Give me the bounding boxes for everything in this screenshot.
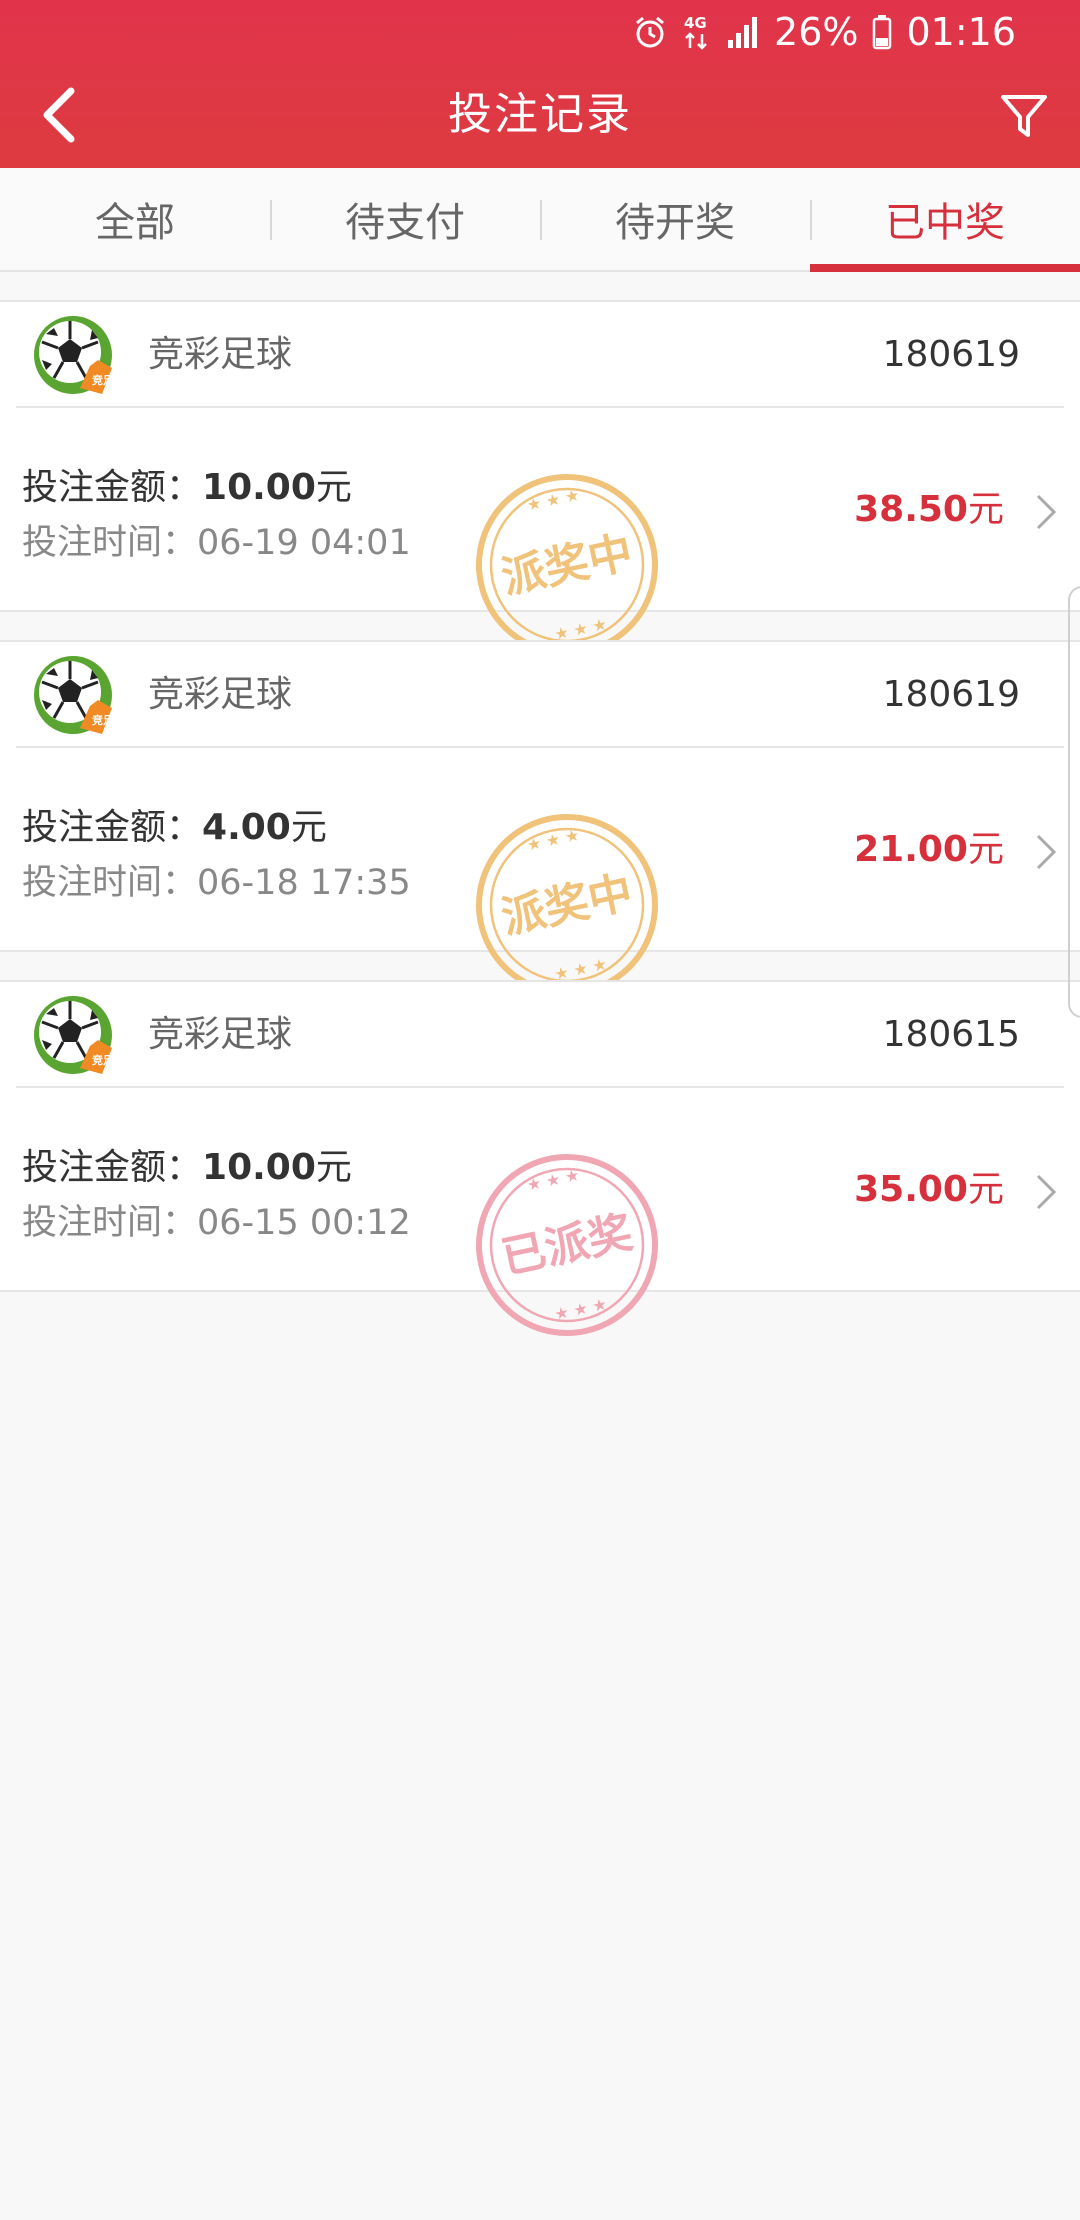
bet-time: 投注时间：06-15 00:12 <box>22 1203 411 1243</box>
stamp-paying: ★ ★ ★ ★ ★ ★ 派奖中 <box>476 474 658 656</box>
soccer-ball-icon: 竞足 <box>34 996 114 1074</box>
chevron-right-icon <box>1036 494 1057 530</box>
svg-text:★ ★ ★: ★ ★ ★ <box>525 1165 581 1195</box>
svg-text:★ ★ ★: ★ ★ ★ <box>525 825 581 855</box>
network-4g-icon: 4G <box>684 14 707 50</box>
card-header: 竞足 竞彩足球 180619 <box>16 642 1064 748</box>
prize-amount: 21.00元 <box>854 829 1004 870</box>
title-bar: 投注记录 <box>0 62 1080 168</box>
svg-text:4G: 4G <box>684 14 707 32</box>
lottery-name: 竞彩足球 <box>148 674 293 715</box>
svg-text:★ ★ ★: ★ ★ ★ <box>553 1294 609 1324</box>
chevron-right-icon <box>1036 1174 1057 1210</box>
bet-amount: 投注金额：4.00元 <box>22 807 327 848</box>
battery-icon <box>873 15 892 50</box>
bet-record-card[interactable]: 竞足 竞彩足球 180619 投注金额：4.00元 投注时间：06-18 17:… <box>0 640 1080 996</box>
status-time: 01:16 <box>906 10 1016 54</box>
bet-time: 投注时间：06-18 17:35 <box>22 863 411 903</box>
svg-text:竞足: 竞足 <box>92 1053 114 1067</box>
svg-text:竞足: 竞足 <box>92 713 114 727</box>
bet-record-card[interactable]: 竞足 竞彩足球 180615 投注金额：10.00元 投注时间：06-15 00… <box>0 980 1080 1336</box>
soccer-ball-icon: 竞足 <box>34 656 114 734</box>
card-body: 投注金额：10.00元 投注时间：06-19 04:01 ★ ★ ★ ★ ★ ★… <box>0 408 1080 656</box>
card-body: 投注金额：10.00元 投注时间：06-15 00:12 ★ ★ ★ ★ ★ ★… <box>0 1088 1080 1336</box>
bet-record-list: 竞足 竞彩足球 180619 投注金额：10.00元 投注时间：06-19 04… <box>0 300 1080 1336</box>
chevron-right-icon <box>1036 834 1057 870</box>
edge-panel-handle[interactable] <box>1068 586 1080 1018</box>
bet-amount: 投注金额：10.00元 <box>22 467 352 508</box>
stamp-text: 已派奖 <box>497 1207 637 1284</box>
alarm-icon <box>636 16 664 48</box>
bet-time: 投注时间：06-19 04:01 <box>22 523 411 563</box>
issue-number: 180615 <box>882 1014 1020 1055</box>
stamp-paying: ★ ★ ★ ★ ★ ★ 派奖中 <box>476 814 658 996</box>
filter-icon <box>1001 95 1047 137</box>
issue-number: 180619 <box>882 674 1020 715</box>
prize-amount: 38.50元 <box>854 489 1004 530</box>
filter-tabs: 全部 待支付 待开奖 已中奖 <box>0 168 1080 272</box>
prize-amount: 35.00元 <box>854 1169 1004 1210</box>
tab-pending-draw[interactable]: 待开奖 <box>540 168 810 270</box>
card-header: 竞足 竞彩足球 180619 <box>16 302 1064 408</box>
bet-amount: 投注金额：10.00元 <box>22 1147 352 1188</box>
card-header: 竞足 竞彩足球 180615 <box>16 982 1064 1088</box>
page-title: 投注记录 <box>448 89 632 140</box>
tab-all[interactable]: 全部 <box>0 168 270 270</box>
filter-button[interactable] <box>992 84 1056 148</box>
tab-pending-payment[interactable]: 待支付 <box>270 168 540 270</box>
battery-percent: 26% <box>774 10 859 54</box>
status-bar: 4G 26% 01:16 <box>0 0 1080 62</box>
stamp-text: 派奖中 <box>497 527 637 604</box>
lottery-name: 竞彩足球 <box>148 334 293 375</box>
signal-icon <box>728 17 758 48</box>
stamp-text: 派奖中 <box>497 867 637 944</box>
lottery-name: 竞彩足球 <box>148 1014 293 1055</box>
bet-record-card[interactable]: 竞足 竞彩足球 180619 投注金额：10.00元 投注时间：06-19 04… <box>0 300 1080 656</box>
stamp-paid: ★ ★ ★ ★ ★ ★ 已派奖 <box>476 1154 658 1336</box>
status-icons: 4G 26% 01:16 <box>632 8 1016 56</box>
tab-won[interactable]: 已中奖 <box>810 168 1080 272</box>
soccer-ball-icon: 竞足 <box>34 316 114 394</box>
svg-text:★ ★ ★: ★ ★ ★ <box>525 485 581 515</box>
svg-text:竞足: 竞足 <box>92 373 114 387</box>
issue-number: 180619 <box>882 334 1020 375</box>
app-header: 4G 26% 01:16 投注记录 <box>0 0 1080 168</box>
card-body: 投注金额：4.00元 投注时间：06-18 17:35 ★ ★ ★ ★ ★ ★ … <box>0 748 1080 996</box>
